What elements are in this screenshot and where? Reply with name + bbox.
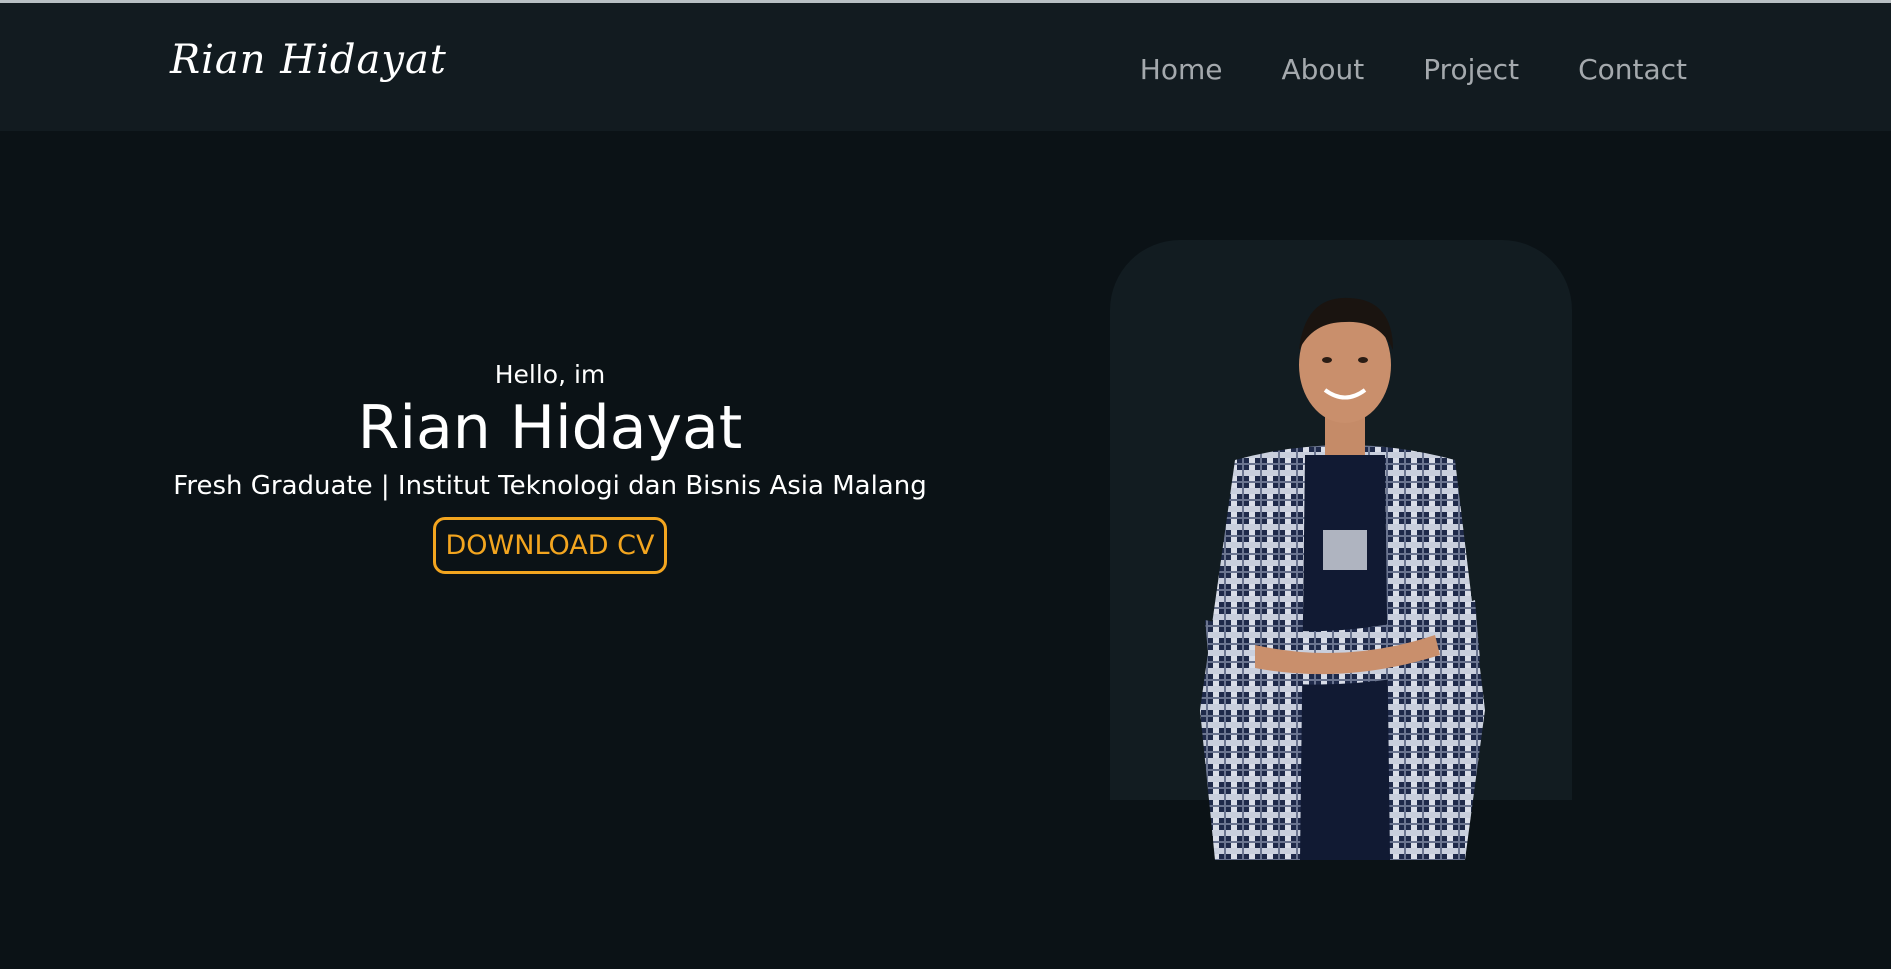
nav-about[interactable]: About	[1281, 53, 1364, 86]
hero-name: Rian Hidayat	[357, 393, 743, 463]
navbar: Rian Hidayat Home About Project Contact	[0, 3, 1891, 131]
site-logo[interactable]: Rian Hidayat	[170, 37, 447, 83]
nav-contact[interactable]: Contact	[1578, 53, 1687, 86]
hero-section: Hello, im Rian Hidayat Fresh Graduate | …	[140, 360, 960, 574]
main-nav: Home About Project Contact	[1140, 53, 1687, 86]
nav-home[interactable]: Home	[1140, 53, 1223, 86]
download-cv-button[interactable]: DOWNLOAD CV	[432, 517, 668, 574]
profile-photo	[1200, 297, 1485, 860]
nav-project[interactable]: Project	[1423, 53, 1519, 86]
hero-greeting: Hello, im	[494, 360, 606, 389]
hero-subtitle: Fresh Graduate | Institut Teknologi dan …	[173, 471, 927, 501]
